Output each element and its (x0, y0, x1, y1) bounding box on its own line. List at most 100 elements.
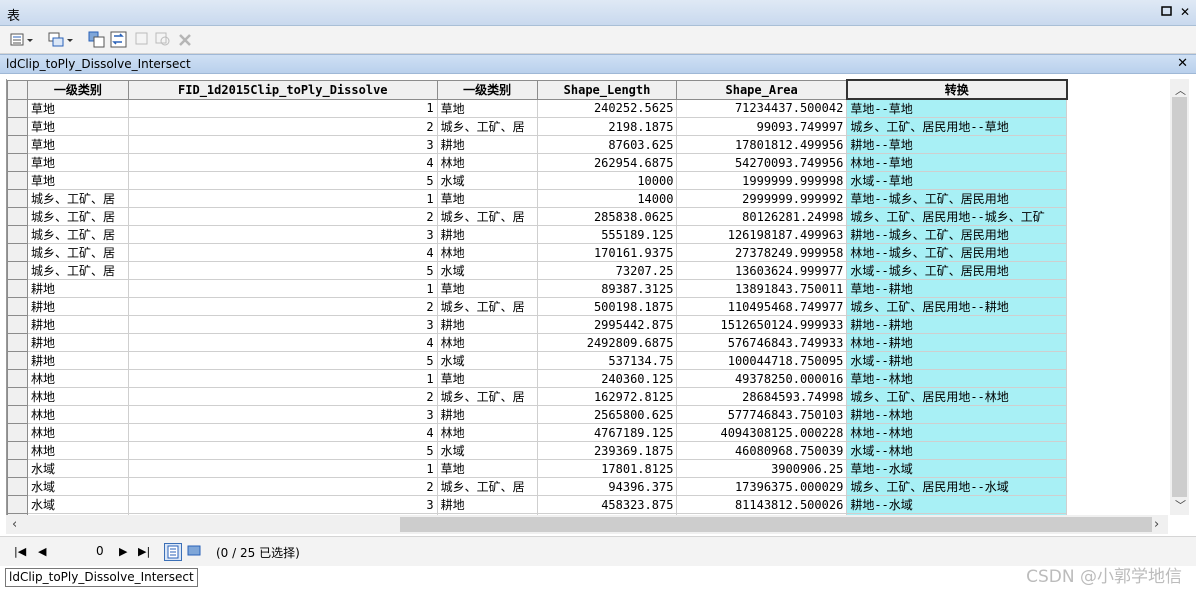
table-row[interactable]: 草地 2 城乡、工矿、居 2198.1875 99093.749997 城乡、工矿、居民用… (7, 117, 1169, 136)
cell-category-2[interactable]: 耕地 (436, 225, 538, 244)
cell-fid[interactable]: 3 (127, 495, 438, 514)
cell-fid[interactable]: 2 (127, 207, 438, 226)
cell-category-2[interactable]: 林地 (436, 423, 538, 442)
cell-fid[interactable]: 4 (127, 423, 438, 442)
cell-category[interactable]: 草地 (26, 98, 129, 118)
cell-fid[interactable]: 1 (127, 189, 438, 208)
row-selector[interactable] (7, 369, 28, 388)
cell-conversion[interactable]: 林地--城乡、工矿、居民用地 (846, 243, 1068, 262)
related-tables-icon[interactable] (48, 31, 73, 49)
table-row[interactable]: 城乡、工矿、居 5 水域 73207.25 13603624.999977 水域--城乡、… (7, 261, 1169, 280)
cell-fid[interactable]: 5 (127, 171, 438, 190)
last-record-icon[interactable]: ▶| (138, 545, 150, 558)
vertical-scroll-thumb[interactable] (1172, 97, 1187, 497)
cell-fid[interactable]: 2 (127, 297, 438, 316)
column-header[interactable]: 一级类别 (436, 79, 538, 100)
cell-category-2[interactable]: 城乡、工矿、居 (436, 117, 538, 136)
scroll-left-icon[interactable]: ‹ (12, 517, 17, 532)
cell-fid[interactable]: 3 (127, 315, 438, 334)
close-tab-icon[interactable]: ✕ (1177, 56, 1188, 71)
row-selector[interactable] (7, 459, 28, 478)
cell-shape-length[interactable]: 4767189.125 (536, 423, 678, 442)
clear-selection-icon[interactable] (134, 31, 152, 49)
close-icon[interactable]: ✕ (1178, 5, 1192, 19)
cell-shape-length[interactable]: 2492809.6875 (536, 333, 678, 352)
cell-shape-area[interactable]: 99093.749997 (676, 117, 848, 136)
column-header[interactable]: FID_1d2015Clip_toPly_Dissolve (127, 79, 438, 100)
cell-category[interactable]: 水域 (26, 495, 129, 514)
cell-category[interactable]: 城乡、工矿、居 (26, 207, 129, 226)
cell-shape-length[interactable]: 14000 (536, 189, 678, 208)
cell-shape-length[interactable]: 170161.9375 (536, 243, 678, 262)
row-selector[interactable] (7, 297, 28, 316)
switch-selection-icon[interactable] (110, 31, 128, 49)
cell-category-2[interactable]: 耕地 (436, 405, 538, 424)
restore-icon[interactable] (1160, 5, 1174, 19)
cell-category-2[interactable]: 耕地 (436, 495, 538, 514)
cell-category[interactable]: 草地 (26, 153, 129, 172)
cell-shape-length[interactable]: 94396.375 (536, 477, 678, 496)
scroll-right-icon[interactable]: › (1154, 517, 1159, 532)
cell-category[interactable]: 林地 (26, 387, 129, 406)
table-row[interactable]: 林地 2 城乡、工矿、居 162972.8125 28684593.74998 城乡、工矿… (7, 387, 1169, 406)
cell-conversion[interactable]: 水域--耕地 (846, 351, 1068, 370)
table-row[interactable]: 耕地 3 耕地 2995442.875 1512650124.999933 耕地--耕地 (7, 315, 1169, 334)
row-selector[interactable] (7, 351, 28, 370)
delete-selected-icon[interactable] (176, 31, 194, 49)
row-selector[interactable] (7, 171, 28, 190)
cell-fid[interactable]: 5 (127, 441, 438, 460)
cell-shape-length[interactable]: 87603.625 (536, 135, 678, 154)
cell-category[interactable]: 草地 (26, 135, 129, 154)
table-row[interactable]: 城乡、工矿、居 4 林地 170161.9375 27378249.999958 林地--… (7, 243, 1169, 262)
cell-conversion[interactable]: 草地--城乡、工矿、居民用地 (846, 189, 1068, 208)
table-row[interactable]: 水域 3 耕地 458323.875 81143812.500026 耕地--水域 (7, 495, 1169, 514)
row-selector[interactable] (7, 333, 28, 352)
cell-category[interactable]: 城乡、工矿、居 (26, 243, 129, 262)
cell-conversion[interactable]: 耕地--水域 (846, 495, 1068, 514)
cell-category-2[interactable]: 草地 (436, 189, 538, 208)
table-row[interactable]: 水域 1 草地 17801.8125 3900906.25 草地--水域 (7, 459, 1169, 478)
table-row[interactable]: 草地 3 耕地 87603.625 17801812.499956 耕地--草地 (7, 135, 1169, 154)
row-selector[interactable] (7, 207, 28, 226)
cell-fid[interactable]: 5 (127, 351, 438, 370)
column-header-selected[interactable]: 转换 (845, 79, 1068, 100)
row-selector[interactable] (7, 423, 28, 442)
cell-shape-area[interactable]: 27378249.999958 (676, 243, 848, 262)
first-record-icon[interactable]: |◀ (14, 545, 26, 558)
column-header[interactable]: 一级类别 (26, 79, 129, 100)
cell-fid[interactable]: 1 (127, 459, 438, 478)
cell-conversion[interactable]: 草地--水域 (846, 459, 1068, 478)
cell-category-2[interactable]: 草地 (436, 98, 538, 118)
cell-shape-length[interactable]: 239369.1875 (536, 441, 678, 460)
cell-shape-length[interactable]: 2565800.625 (536, 405, 678, 424)
cell-category-2[interactable]: 林地 (436, 333, 538, 352)
cell-category-2[interactable]: 城乡、工矿、居 (436, 477, 538, 496)
cell-fid[interactable]: 4 (127, 153, 438, 172)
cell-category[interactable]: 耕地 (26, 297, 129, 316)
row-selector[interactable] (7, 387, 28, 406)
cell-shape-area[interactable]: 28684593.74998 (676, 387, 848, 406)
cell-fid[interactable]: 2 (127, 387, 438, 406)
cell-category[interactable]: 耕地 (26, 333, 129, 352)
cell-fid[interactable]: 5 (127, 261, 438, 280)
cell-category[interactable]: 城乡、工矿、居 (26, 261, 129, 280)
cell-category[interactable]: 城乡、工矿、居 (26, 189, 129, 208)
cell-category-2[interactable]: 草地 (436, 369, 538, 388)
table-row[interactable]: 草地 1 草地 240252.5625 71234437.500042 草地--草地 (7, 98, 1169, 118)
cell-category-2[interactable]: 水域 (436, 261, 538, 280)
cell-shape-area[interactable]: 4094308125.000228 (676, 423, 848, 442)
cell-conversion[interactable]: 林地--林地 (846, 423, 1068, 442)
row-selector[interactable] (7, 98, 28, 118)
cell-category[interactable]: 林地 (26, 441, 129, 460)
cell-conversion[interactable]: 耕地--草地 (846, 135, 1068, 154)
cell-category[interactable]: 耕地 (26, 351, 129, 370)
row-selector[interactable] (7, 189, 28, 208)
cell-category-2[interactable]: 城乡、工矿、居 (436, 207, 538, 226)
table-row[interactable]: 耕地 1 草地 89387.3125 13891843.750011 草地--耕地 (7, 279, 1169, 298)
cell-shape-area[interactable]: 71234437.500042 (676, 98, 848, 118)
table-row[interactable]: 城乡、工矿、居 1 草地 14000 2999999.999992 草地--城乡、工矿、居… (7, 189, 1169, 208)
row-selector[interactable] (7, 117, 28, 136)
row-selector[interactable] (7, 477, 28, 496)
cell-conversion[interactable]: 草地--草地 (846, 98, 1068, 118)
show-all-records-icon[interactable] (164, 543, 182, 561)
